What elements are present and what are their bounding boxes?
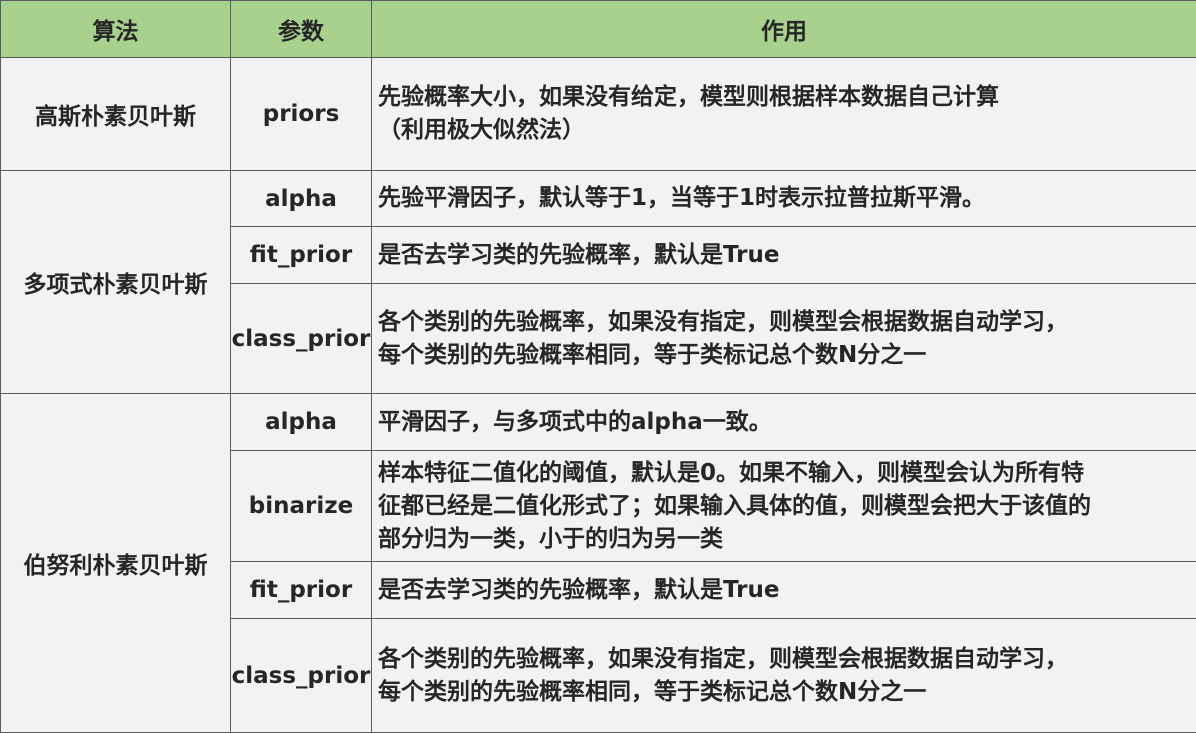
header-algorithm: 算法 (1, 1, 231, 58)
param-cell: alpha (231, 394, 372, 451)
algorithm-gaussian: 高斯朴素贝叶斯 (1, 58, 231, 171)
table-header-row: 算法 参数 作用 (1, 1, 1196, 58)
effect-cell: 平滑因子，与多项式中的alpha一致。 (372, 394, 1196, 451)
effect-line: 部分归为一类，小于的归为另一类 (378, 523, 1188, 556)
effect-line: 各个类别的先验概率，如果没有指定，则模型会根据数据自动学习， (378, 306, 1188, 339)
effect-line: （利用极大似然法） (378, 114, 1188, 147)
effect-line: 每个类别的先验概率相同，等于类标记总个数N分之一 (378, 676, 1188, 709)
header-param: 参数 (231, 1, 372, 58)
header-effect: 作用 (372, 1, 1196, 58)
effect-cell: 样本特征二值化的阈值，默认是0。如果不输入，则模型会认为所有特 征都已经是二值化… (372, 451, 1196, 562)
effect-cell: 是否去学习类的先验概率，默认是True (372, 562, 1196, 619)
param-cell: fit_prior (231, 562, 372, 619)
effect-line: 各个类别的先验概率，如果没有指定，则模型会根据数据自动学习， (378, 643, 1188, 676)
table-row: 伯努利朴素贝叶斯 alpha 平滑因子，与多项式中的alpha一致。 (1, 394, 1196, 451)
algorithm-multinomial: 多项式朴素贝叶斯 (1, 171, 231, 394)
param-cell: alpha (231, 171, 372, 227)
table-row: 高斯朴素贝叶斯 priors 先验概率大小，如果没有给定，模型则根据样本数据自己… (1, 58, 1196, 171)
effect-cell: 先验概率大小，如果没有给定，模型则根据样本数据自己计算 （利用极大似然法） (372, 58, 1196, 171)
naive-bayes-params-table: 算法 参数 作用 高斯朴素贝叶斯 priors 先验概率大小，如果没有给定，模型… (0, 0, 1196, 733)
effect-line: 先验平滑因子，默认等于1，当等于1时表示拉普拉斯平滑。 (378, 182, 1188, 215)
effect-cell: 是否去学习类的先验概率，默认是True (372, 227, 1196, 284)
effect-line: 征都已经是二值化形式了；如果输入具体的值，则模型会把大于该值的 (378, 490, 1188, 523)
param-cell: class_prior (231, 284, 372, 394)
effect-line: 是否去学习类的先验概率，默认是True (378, 239, 1188, 272)
table-row: 多项式朴素贝叶斯 alpha 先验平滑因子，默认等于1，当等于1时表示拉普拉斯平… (1, 171, 1196, 227)
effect-line: 是否去学习类的先验概率，默认是True (378, 574, 1188, 607)
effect-line: 每个类别的先验概率相同，等于类标记总个数N分之一 (378, 339, 1188, 372)
effect-line: 先验概率大小，如果没有给定，模型则根据样本数据自己计算 (378, 81, 1188, 114)
param-cell: class_prior (231, 619, 372, 733)
effect-line: 平滑因子，与多项式中的alpha一致。 (378, 406, 1188, 439)
effect-cell: 先验平滑因子，默认等于1，当等于1时表示拉普拉斯平滑。 (372, 171, 1196, 227)
param-cell: priors (231, 58, 372, 171)
param-cell: binarize (231, 451, 372, 562)
effect-line: 样本特征二值化的阈值，默认是0。如果不输入，则模型会认为所有特 (378, 457, 1188, 490)
param-cell: fit_prior (231, 227, 372, 284)
algorithm-bernoulli: 伯努利朴素贝叶斯 (1, 394, 231, 733)
effect-cell: 各个类别的先验概率，如果没有指定，则模型会根据数据自动学习， 每个类别的先验概率… (372, 619, 1196, 733)
effect-cell: 各个类别的先验概率，如果没有指定，则模型会根据数据自动学习， 每个类别的先验概率… (372, 284, 1196, 394)
